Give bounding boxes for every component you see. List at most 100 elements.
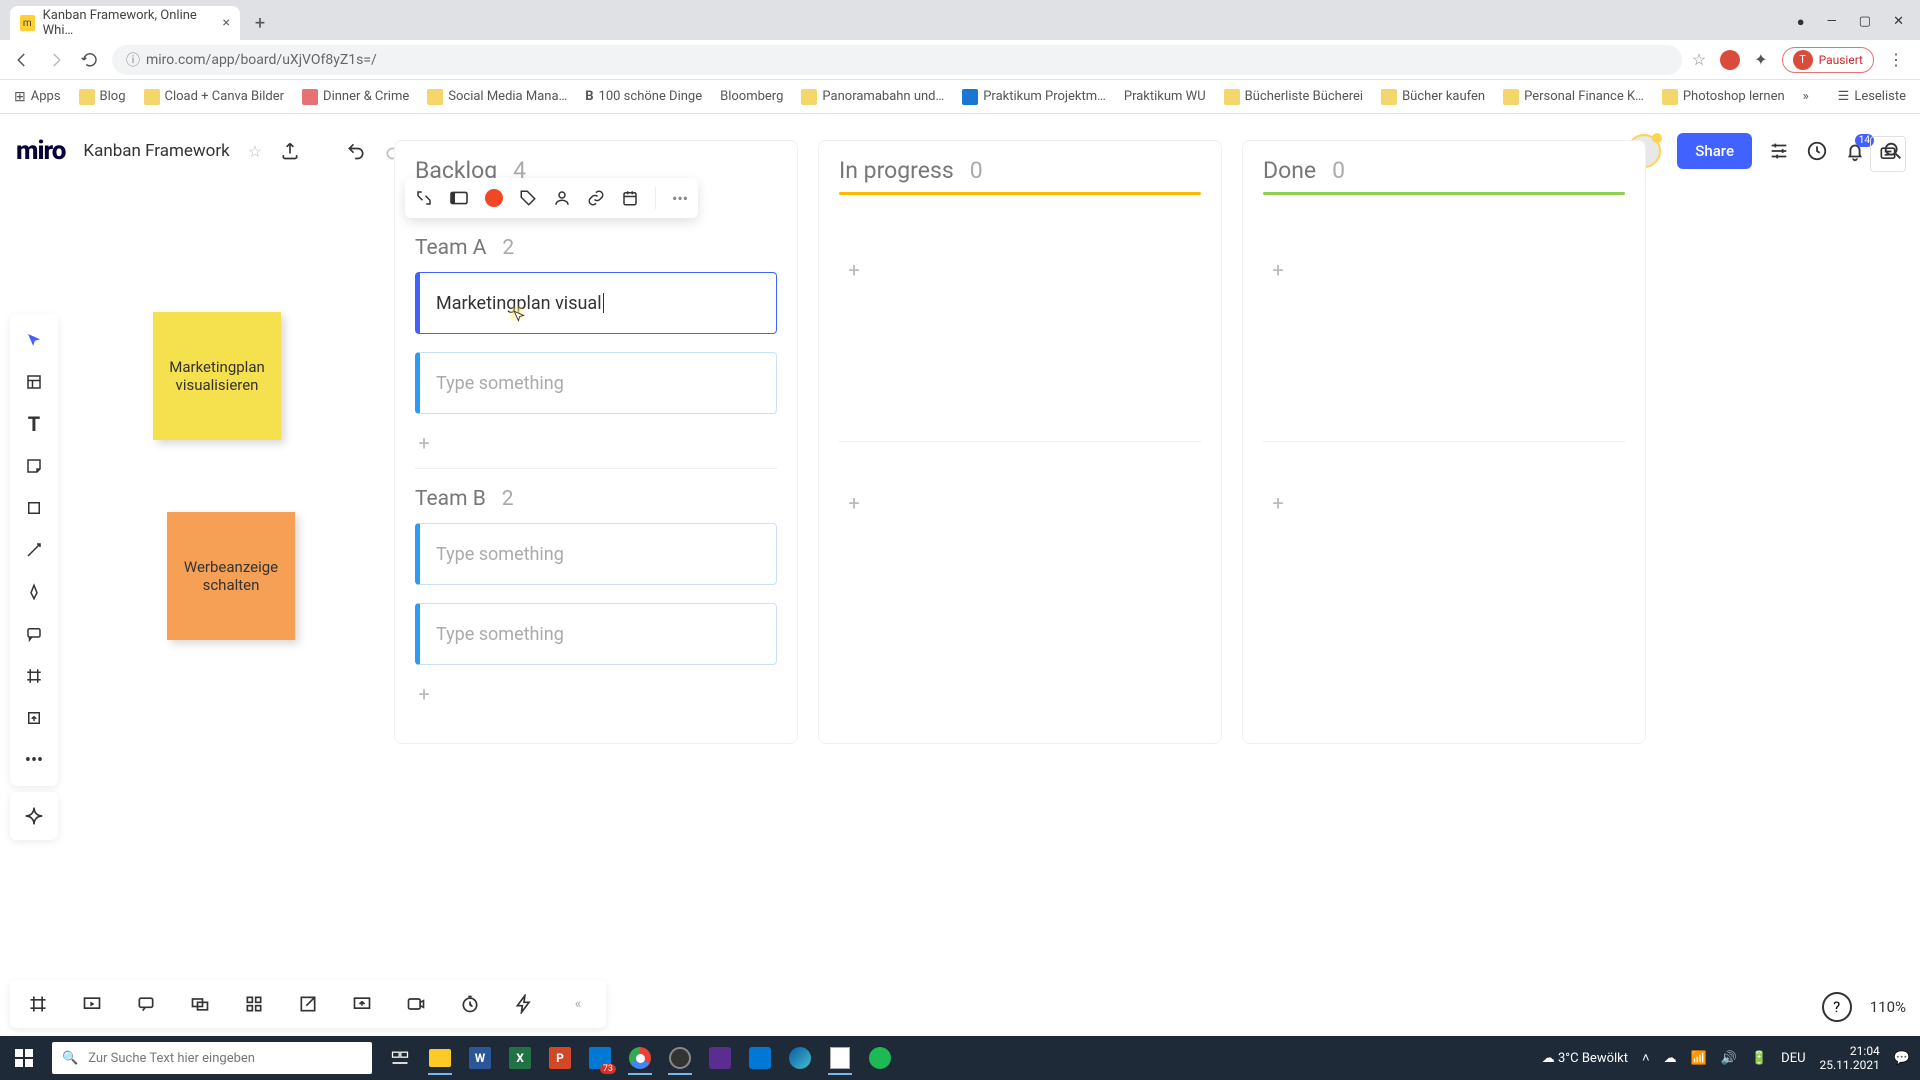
windows-search[interactable]: 🔍 Zur Suche Text hier eingeben <box>52 1042 372 1074</box>
bookmark-item[interactable]: Cload + Canva Bilder <box>140 86 289 108</box>
notifications-icon[interactable]: 14 <box>1844 140 1866 162</box>
activity-icon[interactable] <box>1806 140 1828 162</box>
bookmark-item[interactable]: Social Media Mana… <box>423 86 571 108</box>
spotify-icon[interactable] <box>862 1040 898 1076</box>
share-link-icon[interactable] <box>290 986 326 1022</box>
weather-widget[interactable]: ☁ 3°C Bewölkt <box>1542 1051 1628 1066</box>
comments-icon[interactable] <box>128 986 164 1022</box>
kanban-card-empty[interactable]: Type something <box>415 352 777 414</box>
profile-paused-chip[interactable]: T Pausiert <box>1782 47 1874 73</box>
browser-tab[interactable]: m Kanban Framework, Online Whi… × <box>10 6 240 40</box>
cards-icon[interactable] <box>182 986 218 1022</box>
notepad-icon[interactable] <box>822 1040 858 1076</box>
column-title[interactable]: In progress <box>839 157 954 184</box>
apps-bookmark[interactable]: ⊞Apps <box>10 86 65 108</box>
add-card-button[interactable]: + <box>1263 255 1293 285</box>
export-icon[interactable] <box>280 141 300 161</box>
language-indicator[interactable]: DEU <box>1781 1051 1805 1066</box>
bookmark-item[interactable]: Blog <box>75 86 130 108</box>
file-explorer-icon[interactable] <box>422 1040 458 1076</box>
reload-button[interactable] <box>78 48 102 72</box>
bookmark-item[interactable]: Bücher kaufen <box>1377 86 1489 108</box>
bookmark-item[interactable]: Praktikum Projektm… <box>958 86 1110 108</box>
site-info-icon[interactable]: ⓘ <box>126 50 140 70</box>
miro-logo[interactable]: miro <box>16 136 65 166</box>
frame-tool[interactable] <box>16 658 52 694</box>
favorite-star-icon[interactable]: ☆ <box>248 142 262 161</box>
mail-icon[interactable]: 73 <box>582 1040 618 1076</box>
present-icon[interactable] <box>74 986 110 1022</box>
edge-icon[interactable] <box>782 1040 818 1076</box>
battery-icon[interactable]: 🔋 <box>1751 1051 1767 1066</box>
undo-icon[interactable] <box>346 141 366 161</box>
close-window-icon[interactable]: ✕ <box>1893 14 1904 30</box>
settings-dot-icon[interactable]: ● <box>1797 14 1805 30</box>
connection-tool[interactable] <box>16 532 52 568</box>
task-view-icon[interactable] <box>382 1040 418 1076</box>
assignee-icon[interactable] <box>553 189 571 207</box>
more-options-icon[interactable]: ••• <box>672 189 688 208</box>
add-card-button[interactable]: + <box>839 488 869 518</box>
bookmark-star-icon[interactable]: ☆ <box>1692 50 1706 69</box>
timer-icon[interactable] <box>452 986 488 1022</box>
share-button[interactable]: Share <box>1677 133 1752 169</box>
select-tool[interactable] <box>16 322 52 358</box>
bookmark-item[interactable]: Panoramabahn und… <box>797 86 948 108</box>
settings-sliders-icon[interactable] <box>1768 140 1790 162</box>
bookmark-item[interactable]: Bücherliste Bücherei <box>1220 86 1367 108</box>
comments-panel-button[interactable] <box>1870 136 1906 172</box>
action-center-icon[interactable]: 💬 <box>1894 1051 1910 1066</box>
kanban-card-empty[interactable]: Type something <box>415 523 777 585</box>
board-title[interactable]: Kanban Framework <box>83 141 229 161</box>
bookmarks-overflow-icon[interactable]: » <box>1803 89 1809 104</box>
card-color-icon[interactable] <box>485 189 503 207</box>
back-button[interactable] <box>10 48 34 72</box>
upload-tool[interactable] <box>16 700 52 736</box>
minimize-icon[interactable]: — <box>1827 14 1837 30</box>
swimlane-title[interactable]: Team A <box>415 236 486 260</box>
app-icon[interactable] <box>742 1040 778 1076</box>
frames-panel-icon[interactable] <box>20 986 56 1022</box>
bookmark-item[interactable]: Dinner & Crime <box>298 86 413 108</box>
close-tab-icon[interactable]: × <box>223 15 230 31</box>
kanban-card-editing[interactable]: Marketingplan visual <box>415 272 777 334</box>
obs-icon[interactable] <box>662 1040 698 1076</box>
text-tool[interactable]: T <box>16 406 52 442</box>
maximize-icon[interactable]: ▢ <box>1859 14 1871 30</box>
help-icon[interactable]: ? <box>1822 992 1852 1022</box>
screen-share-icon[interactable] <box>344 986 380 1022</box>
powerpoint-icon[interactable]: P <box>542 1040 578 1076</box>
bookmark-item[interactable]: Photoshop lernen <box>1658 86 1789 108</box>
templates-tool[interactable] <box>16 364 52 400</box>
sticky-note-orange[interactable]: Werbeanzeige schalten <box>167 512 295 640</box>
chrome-menu-icon[interactable]: ⋮ <box>1888 50 1904 69</box>
grid-icon[interactable] <box>236 986 272 1022</box>
extensions-icon[interactable]: ✦ <box>1754 50 1767 69</box>
add-card-button[interactable]: + <box>839 255 869 285</box>
adblock-icon[interactable] <box>1720 50 1740 70</box>
swimlane-title[interactable]: Team B <box>415 487 486 511</box>
card-style-icon[interactable] <box>449 190 469 206</box>
tag-icon[interactable] <box>519 189 537 207</box>
add-card-button[interactable]: + <box>409 679 439 709</box>
tray-chevron-icon[interactable]: ˄ <box>1642 1050 1650 1066</box>
record-icon[interactable] <box>398 986 434 1022</box>
reading-list-button[interactable]: ☰Leseliste <box>1834 86 1910 107</box>
app-icon[interactable] <box>702 1040 738 1076</box>
forward-button[interactable] <box>44 48 68 72</box>
voting-icon[interactable] <box>506 986 542 1022</box>
add-card-button[interactable]: + <box>409 428 439 458</box>
new-tab-button[interactable]: + <box>246 9 274 37</box>
onedrive-icon[interactable]: ☁ <box>1664 1051 1677 1066</box>
pen-tool[interactable] <box>16 574 52 610</box>
ai-tool[interactable] <box>10 792 58 840</box>
wifi-icon[interactable]: 📶 <box>1691 1051 1707 1066</box>
shape-tool[interactable] <box>16 490 52 526</box>
date-icon[interactable] <box>621 189 639 207</box>
bookmark-item[interactable]: Bloomberg <box>716 86 787 107</box>
expand-card-icon[interactable] <box>415 189 433 207</box>
clock[interactable]: 21:04 25.11.2021 <box>1820 1044 1880 1072</box>
comment-tool[interactable] <box>16 616 52 652</box>
sticky-note-tool[interactable] <box>16 448 52 484</box>
add-card-button[interactable]: + <box>1263 488 1293 518</box>
